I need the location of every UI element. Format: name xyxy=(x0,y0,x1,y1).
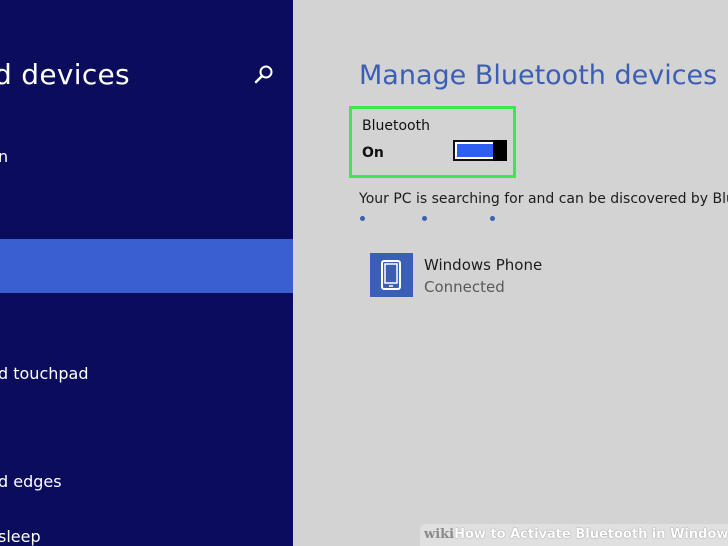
main-panel: Manage Bluetooth devices Bluetooth On Yo… xyxy=(293,0,728,546)
sidebar-item-edges[interactable]: d edges xyxy=(0,471,293,495)
sidebar-item-selected[interactable] xyxy=(0,239,293,293)
sidebar-item-touchpad[interactable]: d touchpad xyxy=(0,363,293,387)
page-title: Manage Bluetooth devices xyxy=(359,60,718,91)
bluetooth-label: Bluetooth xyxy=(362,118,430,134)
progress-dot xyxy=(490,216,495,221)
sidebar-item-sleep[interactable]: sleep xyxy=(0,526,293,546)
watermark-how: How xyxy=(454,527,486,542)
bluetooth-toggle[interactable] xyxy=(453,140,507,161)
progress-dot xyxy=(360,216,365,221)
progress-dot xyxy=(422,216,427,221)
settings-sidebar: d devices n d touchpad d edges sleep xyxy=(0,0,293,546)
sidebar-title: d devices xyxy=(0,58,130,91)
toggle-fill xyxy=(457,144,494,157)
bluetooth-state: On xyxy=(362,145,384,161)
watermark-wiki: wiki xyxy=(424,527,455,542)
sidebar-item-label: n xyxy=(0,147,9,166)
wikihow-watermark: wikiHow to Activate Bluetooth in Windows… xyxy=(420,524,728,546)
device-tile xyxy=(370,253,413,297)
sidebar-item-label: d touchpad xyxy=(0,364,89,383)
toggle-thumb[interactable] xyxy=(493,140,507,161)
device-name: Windows Phone xyxy=(424,256,543,274)
sidebar-item-0[interactable]: n xyxy=(0,146,293,170)
bluetooth-setting-highlight: Bluetooth On xyxy=(349,106,516,178)
device-list-item[interactable]: Windows Phone Connected xyxy=(370,253,710,299)
watermark-title: to Activate Bluetooth in Windows 8 xyxy=(485,527,728,542)
phone-icon xyxy=(381,260,401,290)
search-status-text: Your PC is searching for and can be disc… xyxy=(359,191,728,207)
sidebar-item-label: sleep xyxy=(0,527,41,546)
sidebar-item-label: d edges xyxy=(0,472,62,491)
device-status: Connected xyxy=(424,278,505,296)
search-icon[interactable] xyxy=(253,64,275,86)
